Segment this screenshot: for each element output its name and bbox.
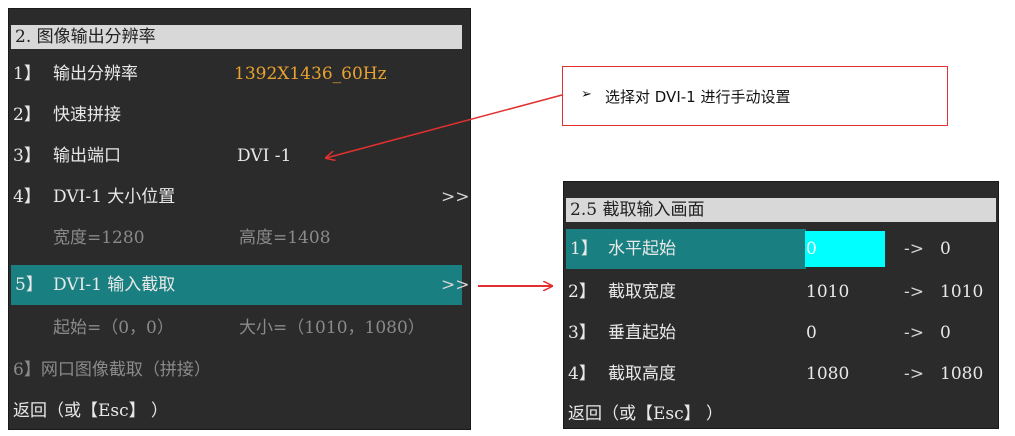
callout-pointer-arrow [326,94,563,158]
annotation-arrows [0,94,563,436]
